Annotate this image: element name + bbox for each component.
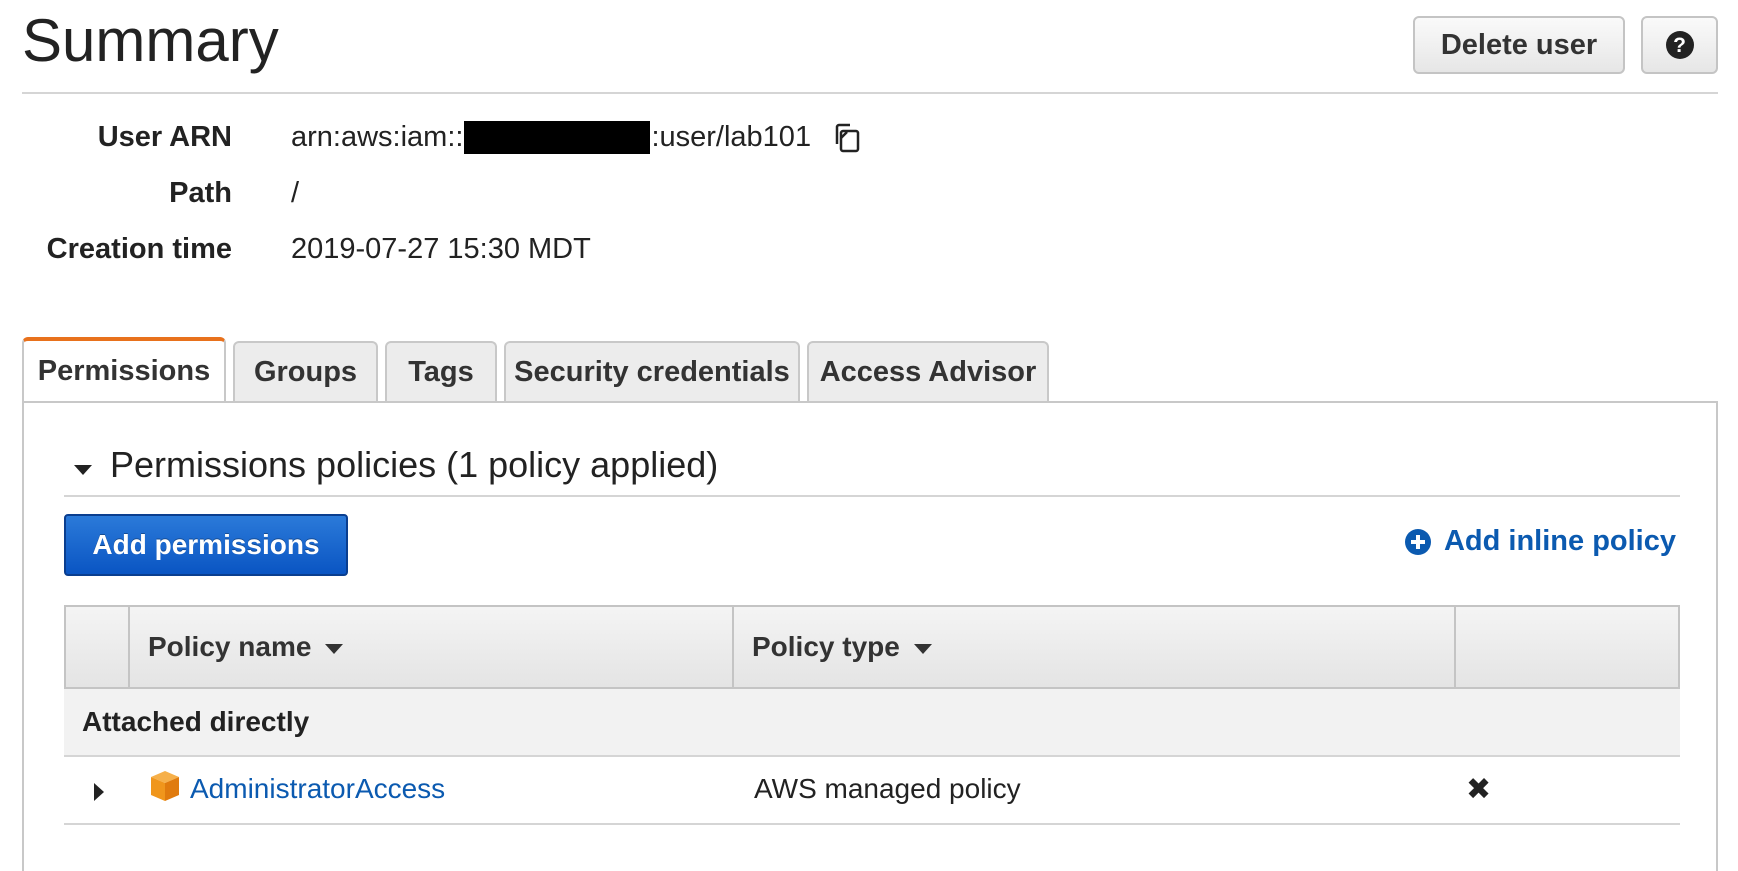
summary-header: Summary Delete user ? [22,0,1718,94]
user-arn-prefix: arn:aws:iam:: [291,121,464,153]
path-row: Path / [22,177,1222,217]
tab-tags[interactable]: Tags [385,341,497,401]
creation-time-row: Creation time 2019-07-27 15:30 MDT [22,233,1222,273]
delete-user-button[interactable]: Delete user [1413,16,1625,74]
add-inline-policy-link[interactable]: Add inline policy [1404,525,1676,558]
group-row-attached-directly: Attached directly [64,689,1680,757]
policy-name-link[interactable]: AdministratorAccess [190,773,445,805]
creation-time-value: 2019-07-27 15:30 MDT [291,233,591,265]
table-header: Policy name Policy type [64,605,1680,689]
path-value: / [291,177,300,209]
column-header-label: Policy type [752,631,900,662]
permissions-policies-header[interactable]: Permissions policies (1 policy applied) [64,443,1680,497]
creation-time-label: Creation time [46,233,232,265]
path-label: Path [169,177,232,209]
page-title: Summary [22,7,279,74]
copy-icon[interactable] [831,122,863,154]
sort-caret-icon [913,644,932,654]
column-separator [1454,607,1456,687]
iam-user-summary-page: Summary Delete user ? User ARN arn:aws:i… [22,0,1718,871]
permissions-policies-title: Permissions policies (1 policy applied) [110,444,719,485]
column-header-policy-name[interactable]: Policy name [148,607,344,687]
user-arn-suffix: :user/lab101 [651,121,812,153]
permissions-panel: Permissions policies (1 policy applied) … [22,401,1718,871]
collapse-caret-icon[interactable] [74,465,92,475]
box-icon [148,769,182,803]
table-row: AdministratorAccess AWS managed policy ✖ [64,757,1680,825]
plus-circle-icon [1404,528,1432,556]
user-arn-value: arn:aws:iam:: :user/lab101 [291,121,863,154]
add-inline-policy-label: Add inline policy [1443,525,1676,557]
sort-caret-icon [325,644,344,654]
policy-type-cell: AWS managed policy [754,773,1021,804]
add-permissions-button[interactable]: Add permissions [64,514,348,576]
expand-caret-icon[interactable] [94,783,104,801]
close-icon[interactable]: ✖ [1466,773,1491,807]
column-separator [128,607,130,687]
tab-permissions[interactable]: Permissions [22,337,226,401]
tab-groups[interactable]: Groups [233,341,378,401]
tab-access-advisor[interactable]: Access Advisor [807,341,1049,401]
column-separator [732,607,734,687]
column-header-policy-type[interactable]: Policy type [752,607,932,687]
tab-security-credentials[interactable]: Security credentials [504,341,800,401]
help-button[interactable]: ? [1641,16,1718,74]
user-arn-label: User ARN [97,121,232,153]
user-arn-row: User ARN arn:aws:iam:: :user/lab101 [22,121,1222,161]
redacted-account-id [464,121,651,154]
policies-table: Policy name Policy type Attached directl… [64,605,1680,825]
column-header-label: Policy name [148,631,312,662]
help-icon: ? [1665,31,1694,59]
